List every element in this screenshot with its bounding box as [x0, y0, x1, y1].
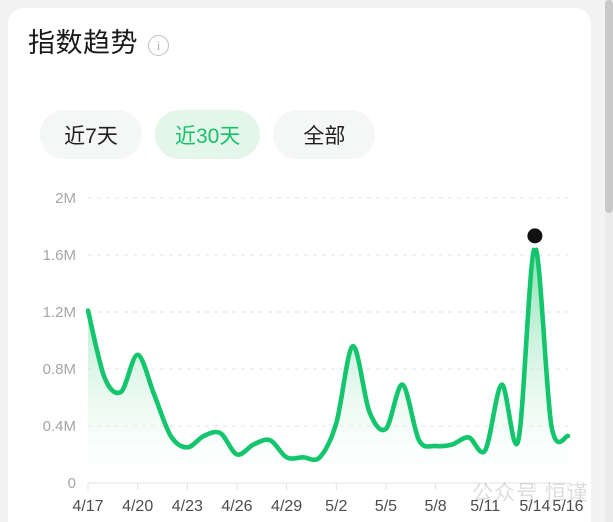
info-icon-glyph: i	[156, 37, 161, 53]
x-axis-tick-label: 4/26	[221, 498, 252, 515]
chart-y-axis-labels: 0 0.4M 0.8M 1.2M 1.6M 2M	[43, 190, 76, 492]
y-axis-tick-label: 0.8M	[43, 361, 76, 378]
y-axis-tick-label: 2M	[55, 190, 76, 207]
x-axis-tick-label: 5/16	[552, 498, 583, 515]
x-axis-tick-label: 4/29	[271, 498, 302, 515]
x-axis-tick-label: 4/17	[72, 498, 103, 515]
tab-last-30-days[interactable]: 近30天	[155, 110, 261, 159]
index-trend-screen: 指数趋势 i 近7天 近30天 全部 0 0.4M 0.8M 1.2M 1.6M…	[0, 0, 613, 522]
trend-area-chart-svg[interactable]: 0 0.4M 0.8M 1.2M 1.6M 2M 4/17 4/20 4/23 4/26 4/29…	[8, 178, 591, 522]
tab-last-7-days-label: 近7天	[64, 124, 118, 148]
index-trend-chart[interactable]: 0 0.4M 0.8M 1.2M 1.6M 2M 4/17 4/20 4/23 4/26 4/29…	[8, 178, 591, 522]
x-axis-tick-label: 5/5	[375, 498, 397, 515]
x-axis-tick-label: 4/23	[172, 498, 203, 515]
chart-peak-marker[interactable]	[522, 223, 547, 248]
tab-last-7-days[interactable]: 近7天	[40, 110, 142, 159]
page-scrollbar-track[interactable]	[605, 0, 613, 522]
page-title: 指数趋势	[28, 28, 138, 58]
x-axis-tick-label: 5/14	[519, 498, 550, 515]
y-axis-tick-label: 1.2M	[43, 304, 76, 321]
index-trend-card: 指数趋势 i 近7天 近30天 全部 0 0.4M 0.8M 1.2M 1.6M…	[8, 8, 591, 522]
x-axis-tick-label: 5/8	[424, 498, 446, 515]
tab-all[interactable]: 全部	[273, 110, 376, 159]
x-axis-tick-label: 4/20	[122, 498, 153, 515]
x-axis-tick-label: 5/2	[325, 498, 347, 515]
chart-x-axis-labels: 4/17 4/20 4/23 4/26 4/29 5/2 5/5 5/8 5/11 5/14 5/1…	[72, 498, 583, 515]
peak-marker-dot[interactable]	[527, 228, 543, 244]
tab-last-30-days-label: 近30天	[175, 124, 241, 148]
page-scrollbar-thumb[interactable]	[605, 0, 613, 213]
card-header: 指数趋势 i	[28, 26, 169, 60]
x-axis-tick-label: 5/11	[470, 498, 500, 515]
range-tab-group: 近7天 近30天 全部	[40, 110, 376, 159]
y-axis-tick-label: 1.6M	[43, 247, 76, 264]
info-circle-icon[interactable]: i	[148, 34, 169, 56]
tab-all-label: 全部	[303, 124, 346, 148]
chart-x-axis-ticks	[87, 483, 569, 490]
y-axis-tick-label: 0.4M	[43, 418, 76, 435]
y-axis-tick-label: 0	[68, 475, 76, 492]
